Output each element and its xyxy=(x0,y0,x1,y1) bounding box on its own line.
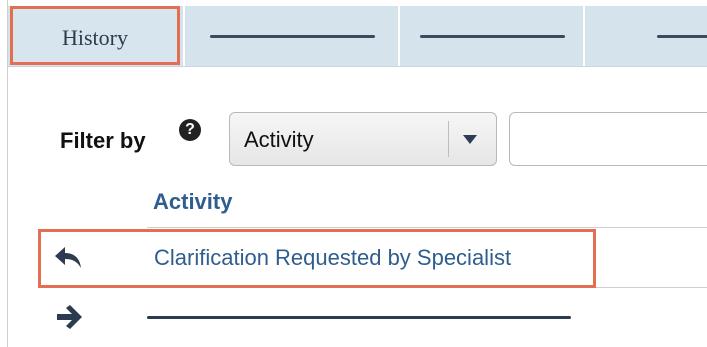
activity-link[interactable]: Clarification Requested by Specialist xyxy=(154,245,511,271)
filter-select-value: Activity xyxy=(244,127,314,152)
activity-link-redacted[interactable] xyxy=(147,316,571,319)
history-panel: History Filter by ? Activity Activity Cl… xyxy=(0,0,707,347)
filter-label: Filter by xyxy=(60,128,146,153)
select-separator xyxy=(448,121,449,157)
row-divider xyxy=(596,287,707,288)
tab-redacted-2-line xyxy=(420,35,565,38)
tab-history-label: History xyxy=(62,25,128,50)
right-arrow-icon xyxy=(57,305,82,329)
panel-left-border xyxy=(0,0,8,347)
filter-text-input[interactable] xyxy=(509,112,707,166)
reply-arrow-icon xyxy=(55,247,81,268)
chevron-down-icon[interactable] xyxy=(463,135,477,144)
tab-redacted-2[interactable] xyxy=(400,6,583,66)
help-icon[interactable]: ? xyxy=(179,119,201,141)
column-header-activity[interactable]: Activity xyxy=(153,189,232,215)
filter-select[interactable]: Activity xyxy=(229,112,497,166)
tab-strip: History xyxy=(8,6,707,67)
tab-redacted-1-line xyxy=(210,35,375,38)
tab-redacted-3-line xyxy=(657,35,707,38)
tab-redacted-1[interactable] xyxy=(185,6,398,66)
tab-history[interactable]: History xyxy=(10,6,180,65)
header-divider xyxy=(147,227,707,228)
tab-redacted-3[interactable] xyxy=(585,6,707,66)
